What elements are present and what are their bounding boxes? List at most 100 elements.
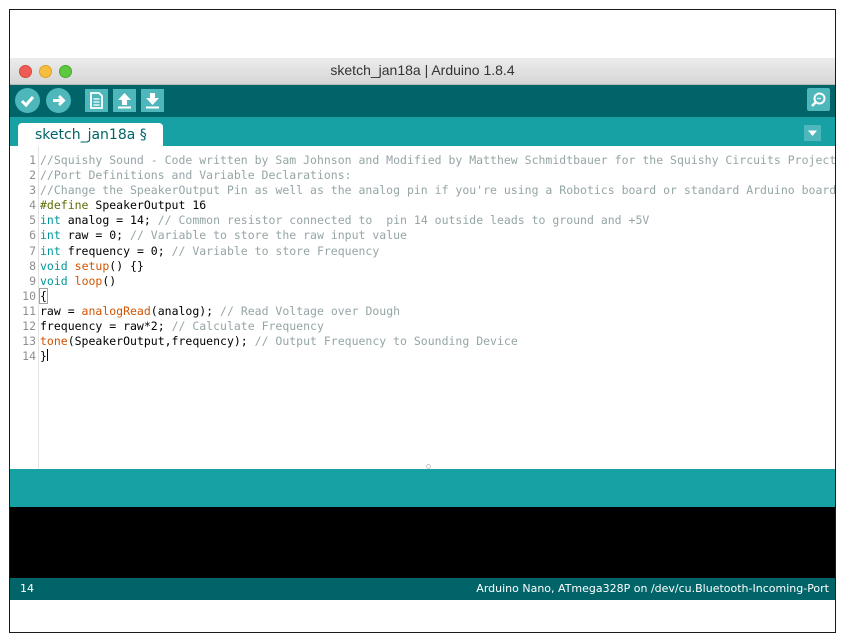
code-editor[interactable]: 1 //Squishy Sound - Code written by Sam J… [10,146,835,469]
code-text: tone(SpeakerOutput,frequency); // Output… [40,334,518,349]
line-number: 6 [29,228,36,243]
code-token: // Calculate Frequency [171,319,324,334]
code-line[interactable]: 7 int frequency = 0; // Variable to store… [10,244,835,259]
document-icon [90,92,103,109]
status-line-number: 14 [20,582,34,595]
code-token: frequency = raw*2; [40,319,172,334]
code-text: #define SpeakerOutput 16 [40,198,206,213]
window-title: sketch_jan18a | Arduino 1.8.4 [330,62,515,78]
code-line[interactable]: 5 int analog = 14; // Common resistor con… [10,213,835,228]
tab-bar: sketch_jan18a § [10,117,835,146]
code-text: //Change the SpeakerOutput Pin as well a… [40,183,835,198]
code-token: int [40,243,61,258]
line-number: 4 [29,198,36,213]
text-caret [46,349,48,362]
code-text: //Squishy Sound - Code written by Sam Jo… [40,153,835,168]
code-token: () {} [109,258,144,273]
code-line[interactable]: 14} [10,349,835,364]
code-token: loop [74,273,103,288]
arrow-up-icon [118,93,131,109]
line-number: 1 [29,153,36,167]
code-token: (analog); [150,303,221,318]
code-token: void [40,273,68,288]
line-number: 5 [29,213,36,228]
code-token: // Output Frequency to Sounding Device [254,334,518,349]
triangle-down-icon [808,130,817,136]
code-text: } [40,349,48,364]
code-token: (SpeakerOutput,frequency); [67,334,255,349]
code-line[interactable]: 12 frequency = raw*2; // Calculate Freque… [10,319,835,334]
tab-menu-button[interactable] [804,125,821,141]
new-button[interactable] [85,89,108,112]
code-token: // Read Voltage over Dough [220,303,401,318]
code-line[interactable]: 11 raw = analogRead(analog); // Read Volt… [10,304,835,319]
code-token: analogRead [81,303,151,318]
code-token: //Change the SpeakerOutput Pin as well a… [40,183,835,198]
status-board-info: Arduino Nano, ATmega328P on /dev/cu.Blue… [476,582,829,595]
code-line[interactable]: 9 void loop() [10,274,835,289]
code-token: //Port Definitions and Variable Declarat… [40,168,352,183]
code-text: { [39,287,48,304]
code-text: raw = analogRead(analog); // Read Voltag… [40,304,400,319]
code-token: } [40,349,47,364]
line-number: 9 [29,273,36,288]
output-console [10,507,835,578]
code-token: () [102,273,117,288]
tab-sketch[interactable]: sketch_jan18a § [18,123,163,146]
arrow-down-icon [146,93,159,109]
line-number: 2 [29,168,36,183]
code-line[interactable]: 13 tone(SpeakerOutput,frequency); // Outp… [10,334,835,349]
line-number: 12 [22,319,36,334]
code-line[interactable]: 1 //Squishy Sound - Code written by Sam J… [10,153,835,168]
code-text: int analog = 14; // Common resistor conn… [40,213,649,228]
line-number: 7 [29,243,36,258]
code-text: int frequency = 0; // Variable to store … [40,244,379,259]
code-text: void loop() [40,274,116,289]
open-button[interactable] [113,89,136,112]
code-line[interactable]: 8 void setup() {} [10,259,835,274]
line-number: 11 [22,303,36,318]
serial-monitor-button[interactable] [807,88,830,111]
code-token: tone [40,334,68,349]
code-line[interactable]: 3 //Change the SpeakerOutput Pin as well … [10,183,835,198]
checkmark-icon [20,96,35,108]
line-number: 10 [22,288,36,303]
code-line[interactable]: 6 int raw = 0; // Variable to store the r… [10,228,835,243]
save-button[interactable] [141,89,164,112]
code-token: //Squishy Sound - Code written by Sam Jo… [40,153,835,167]
code-line[interactable]: 10{ [10,287,835,304]
message-area [10,469,835,507]
code-text: int raw = 0; // Variable to store the ra… [40,228,407,243]
code-token: int [40,228,61,243]
code-token: int [40,213,61,228]
line-number: 14 [22,349,36,364]
code-token: // Common resistor connected to pin 14 o… [157,213,650,228]
code-token: SpeakerOutput 16 [88,198,207,213]
upload-button[interactable] [46,88,71,113]
line-number: 3 [29,183,36,198]
magnifier-icon [811,92,826,107]
status-bar: 14 Arduino Nano, ATmega328P on /dev/cu.B… [10,578,835,600]
code-line[interactable]: 4 #define SpeakerOutput 16 [10,198,835,213]
code-text: void setup() {} [40,259,144,274]
code-lines: 1 //Squishy Sound - Code written by Sam J… [10,153,835,364]
code-token: raw = [40,303,82,318]
code-token: #define [40,198,89,213]
title-bar: sketch_jan18a | Arduino 1.8.4 [10,58,835,85]
arduino-ide-window: sketch_jan18a | Arduino 1.8.4 sketch_jan… [10,58,835,600]
code-token: // Variable to store Frequency [171,243,380,258]
code-token: setup [74,258,110,273]
code-text: //Port Definitions and Variable Declarat… [40,168,352,183]
code-token: // Variable to store the raw input value [130,228,407,243]
code-token: frequency = 0; [60,243,172,258]
line-number: 8 [29,258,36,273]
verify-button[interactable] [15,88,40,113]
code-token: void [40,258,68,273]
code-token: raw = 0; [60,228,131,243]
code-token: analog = 14; [60,213,158,228]
code-line[interactable]: 2 //Port Definitions and Variable Declara… [10,168,835,183]
arrow-right-icon [53,94,66,107]
line-number: 13 [22,334,36,349]
